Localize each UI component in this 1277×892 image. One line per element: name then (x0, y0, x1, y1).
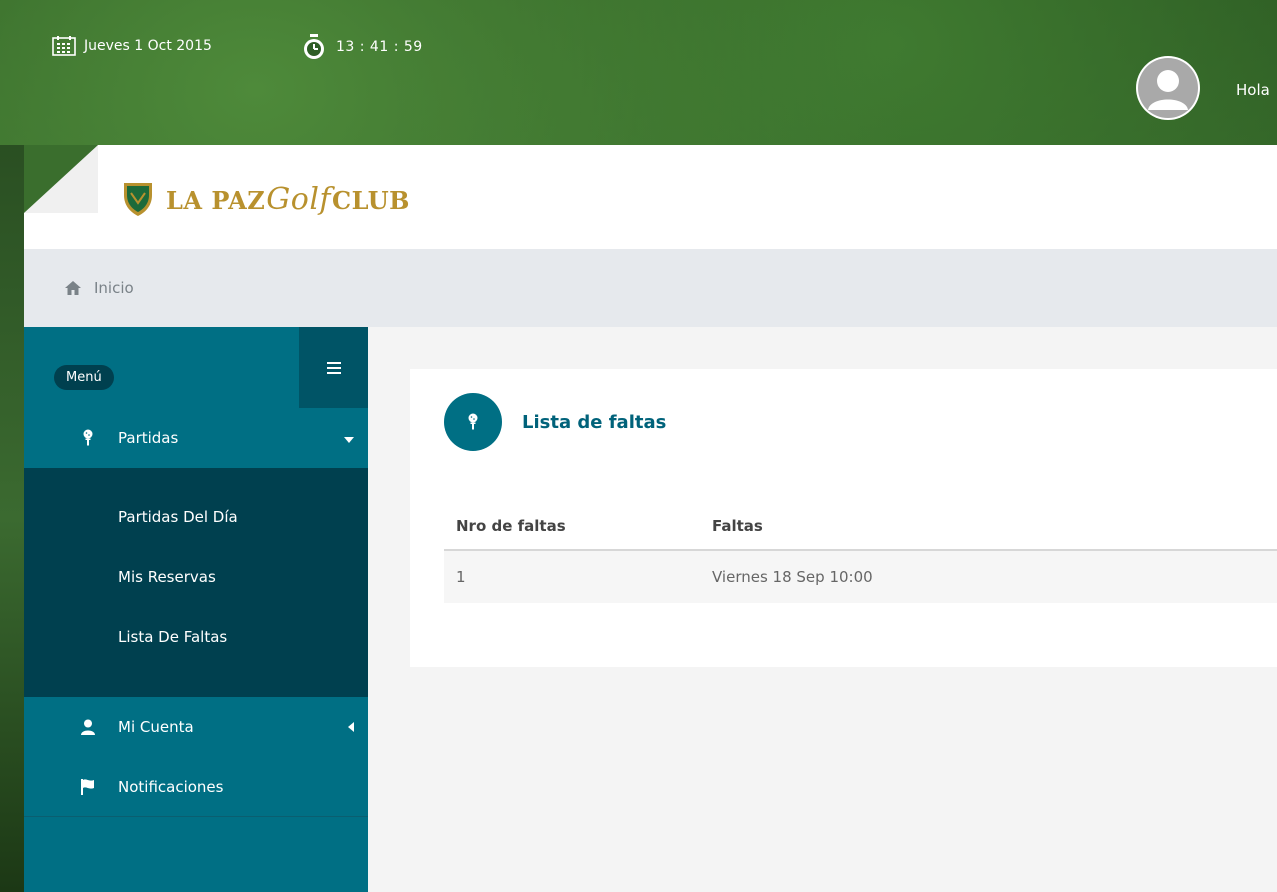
logo-prefix: LA PAZ (166, 185, 266, 215)
faltas-panel: Lista de faltas Nro de faltas Faltas 1 V… (410, 369, 1277, 667)
sidebar-item-label: Mi Cuenta (118, 718, 194, 736)
site-header: LA PAZ Golf CLUB (24, 145, 1277, 249)
sidebar-item-label: Partidas (118, 429, 179, 447)
caret-down-icon (344, 429, 354, 447)
table-cell-nro: 1 (444, 550, 700, 603)
faltas-table: Nro de faltas Faltas 1 Viernes 18 Sep 10… (444, 503, 1277, 603)
flag-icon (80, 778, 96, 796)
hamburger-icon (326, 361, 341, 374)
sidebar-item-mi-cuenta[interactable]: Mi Cuenta (24, 697, 368, 757)
calendar-icon (52, 36, 76, 56)
breadcrumb-home[interactable]: Inicio (94, 279, 134, 297)
menu-header: Menú (24, 327, 368, 408)
home-icon[interactable] (64, 279, 82, 297)
panel-header: Lista de faltas (444, 393, 666, 451)
sidebar-item-partidas[interactable]: Partidas (24, 408, 368, 468)
menu-toggle-button[interactable] (299, 327, 368, 408)
menu-label: Menú (54, 365, 114, 390)
sidebar-subitem-lista-de-faltas[interactable]: Lista De Faltas (24, 607, 368, 667)
table-cell-falta: Viernes 18 Sep 10:00 (700, 550, 1277, 603)
logo-text: LA PAZ Golf CLUB (166, 182, 410, 217)
sidebar-item-notificaciones[interactable]: Notificaciones (24, 757, 368, 817)
caret-left-icon (348, 718, 354, 736)
page-title: Lista de faltas (522, 411, 667, 433)
column-header-faltas: Faltas (700, 503, 1277, 551)
divider (24, 816, 368, 817)
main-content: Lista de faltas Nro de faltas Faltas 1 V… (368, 327, 1277, 892)
column-header-nro: Nro de faltas (444, 503, 700, 551)
corner-fold (24, 145, 98, 213)
breadcrumb: Inicio (24, 249, 1277, 327)
golf-tee-icon (80, 429, 96, 447)
table-header-row: Nro de faltas Faltas (444, 503, 1277, 551)
time-text: 13 : 41 : 59 (336, 39, 423, 55)
date-display: Jueves 1 Oct 2015 (52, 36, 212, 56)
shield-icon (124, 183, 152, 216)
avatar[interactable] (1136, 56, 1200, 120)
greeting-text[interactable]: Hola (1236, 81, 1270, 99)
clock-display: 13 : 41 : 59 (302, 34, 423, 60)
submenu-partidas: Partidas Del Día Mis Reservas Lista De F… (24, 468, 368, 697)
sidebar-item-label: Notificaciones (118, 778, 224, 796)
sidebar: Menú Partidas Partidas Del Día Mis Reser… (24, 327, 368, 892)
user-icon (80, 718, 96, 736)
logo-script: Golf (266, 181, 332, 217)
stopwatch-icon (302, 34, 326, 60)
sidebar-subitem-partidas-del-dia[interactable]: Partidas Del Día (24, 468, 368, 547)
sidebar-subitem-mis-reservas[interactable]: Mis Reservas (24, 547, 368, 607)
background-strip (0, 145, 24, 892)
date-text: Jueves 1 Oct 2015 (84, 38, 212, 54)
table-row: 1 Viernes 18 Sep 10:00 (444, 550, 1277, 603)
user-avatar-icon (1138, 58, 1198, 118)
club-logo[interactable]: LA PAZ Golf CLUB (122, 181, 410, 217)
golf-tee-badge-icon (444, 393, 502, 451)
logo-suffix: CLUB (332, 185, 410, 215)
top-bar: Jueves 1 Oct 2015 13 : 41 : 59 Hola (0, 0, 1277, 145)
